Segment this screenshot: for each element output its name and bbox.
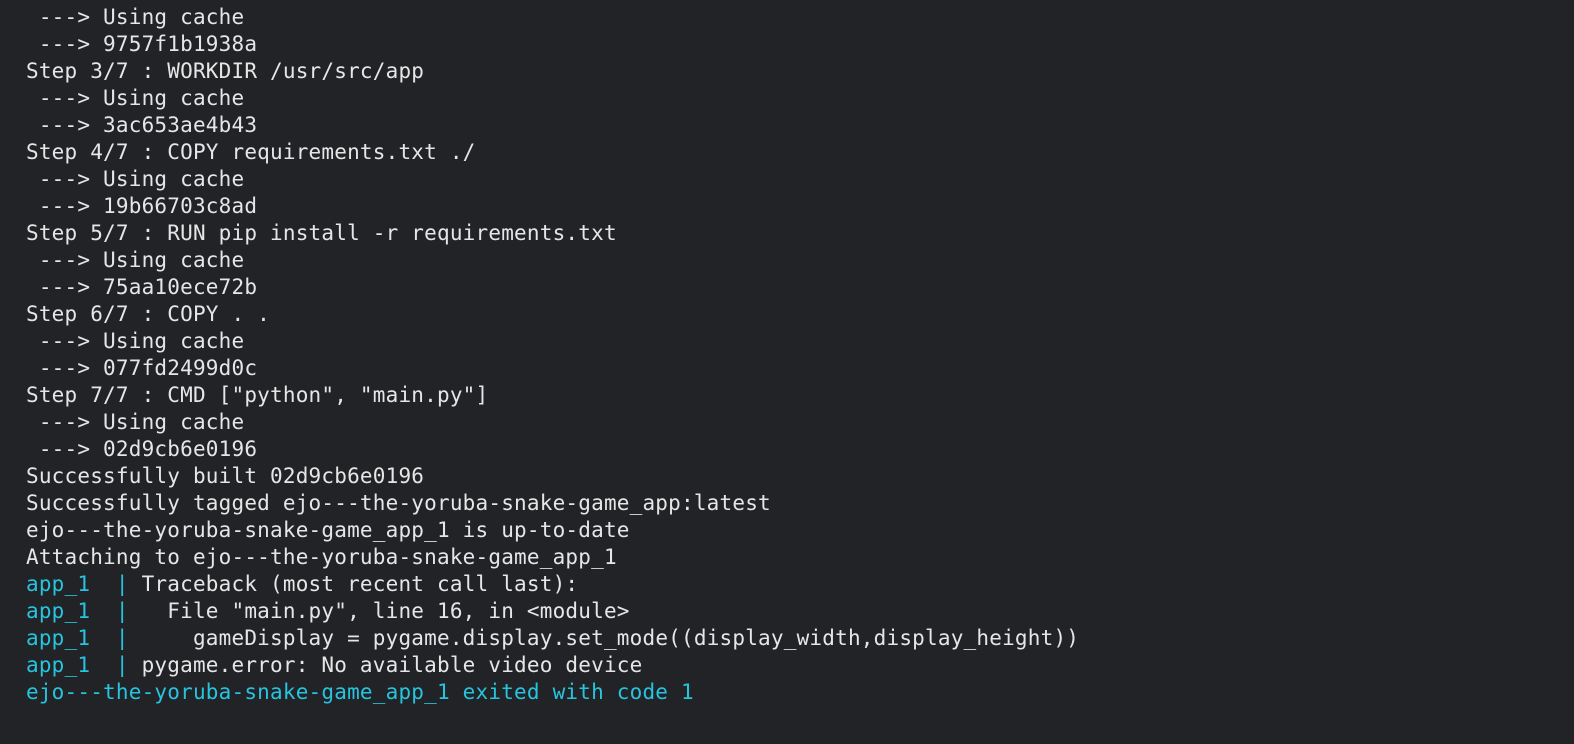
terminal-line: ---> 077fd2499d0c xyxy=(26,355,1548,382)
terminal-line: app_1 | pygame.error: No available video… xyxy=(26,652,1548,679)
terminal-line: ---> Using cache xyxy=(26,166,1548,193)
terminal-line: ---> 3ac653ae4b43 xyxy=(26,112,1548,139)
terminal-segment: Step 3/7 : WORKDIR /usr/src/app xyxy=(26,59,424,83)
terminal-segment: Traceback (most recent call last): xyxy=(129,572,579,596)
terminal-segment: ---> 3ac653ae4b43 xyxy=(26,113,257,137)
terminal-segment: Step 7/7 : CMD ["python", "main.py"] xyxy=(26,383,488,407)
terminal-segment: ---> 02d9cb6e0196 xyxy=(26,437,257,461)
terminal-segment: ---> Using cache xyxy=(26,410,244,434)
terminal-line: Step 4/7 : COPY requirements.txt ./ xyxy=(26,139,1548,166)
terminal-segment: ejo---the-yoruba-snake-game_app_1 is up-… xyxy=(26,518,630,542)
terminal-segment: File "main.py", line 16, in <module> xyxy=(129,599,630,623)
terminal-line: Attaching to ejo---the-yoruba-snake-game… xyxy=(26,544,1548,571)
terminal-line: app_1 | File "main.py", line 16, in <mod… xyxy=(26,598,1548,625)
terminal-segment: ---> Using cache xyxy=(26,5,244,29)
terminal-line: ---> Using cache xyxy=(26,4,1548,31)
terminal-line: ---> 02d9cb6e0196 xyxy=(26,436,1548,463)
terminal-segment: ejo---the-yoruba-snake-game_app_1 exited… xyxy=(26,680,694,704)
terminal-line: ---> 9757f1b1938a xyxy=(26,31,1548,58)
terminal-segment: gameDisplay = pygame.display.set_mode((d… xyxy=(129,626,1079,650)
terminal-line: Step 5/7 : RUN pip install -r requiremen… xyxy=(26,220,1548,247)
terminal-segment: ---> Using cache xyxy=(26,248,244,272)
terminal-segment: app_1 | xyxy=(26,599,129,623)
terminal-line: app_1 | Traceback (most recent call last… xyxy=(26,571,1548,598)
terminal-segment: app_1 | xyxy=(26,653,129,677)
terminal-line: Step 6/7 : COPY . . xyxy=(26,301,1548,328)
terminal-segment: app_1 | xyxy=(26,572,129,596)
terminal-segment: Attaching to ejo---the-yoruba-snake-game… xyxy=(26,545,617,569)
terminal-segment: ---> Using cache xyxy=(26,86,244,110)
terminal-line: Step 3/7 : WORKDIR /usr/src/app xyxy=(26,58,1548,85)
terminal-segment: Step 6/7 : COPY . . xyxy=(26,302,270,326)
terminal-line: ---> 19b66703c8ad xyxy=(26,193,1548,220)
terminal-line: ---> Using cache xyxy=(26,409,1548,436)
terminal-segment: ---> 9757f1b1938a xyxy=(26,32,257,56)
terminal-line: ejo---the-yoruba-snake-game_app_1 is up-… xyxy=(26,517,1548,544)
terminal-segment: pygame.error: No available video device xyxy=(129,653,643,677)
terminal-line: ejo---the-yoruba-snake-game_app_1 exited… xyxy=(26,679,1548,706)
terminal-line: ---> Using cache xyxy=(26,85,1548,112)
terminal-segment: Step 5/7 : RUN pip install -r requiremen… xyxy=(26,221,617,245)
terminal-segment: ---> 077fd2499d0c xyxy=(26,356,257,380)
terminal-line: ---> Using cache xyxy=(26,247,1548,274)
terminal-line: Step 7/7 : CMD ["python", "main.py"] xyxy=(26,382,1548,409)
terminal-segment: ---> Using cache xyxy=(26,167,244,191)
terminal-line: app_1 | gameDisplay = pygame.display.set… xyxy=(26,625,1548,652)
terminal-line: Successfully tagged ejo---the-yoruba-sna… xyxy=(26,490,1548,517)
terminal-segment: Successfully built 02d9cb6e0196 xyxy=(26,464,424,488)
terminal-line: ---> 75aa10ece72b xyxy=(26,274,1548,301)
terminal-segment: app_1 | xyxy=(26,626,129,650)
terminal-segment: Step 4/7 : COPY requirements.txt ./ xyxy=(26,140,476,164)
terminal-segment: ---> 19b66703c8ad xyxy=(26,194,257,218)
terminal-line: Successfully built 02d9cb6e0196 xyxy=(26,463,1548,490)
terminal-segment: ---> Using cache xyxy=(26,329,244,353)
terminal-output[interactable]: ---> Using cache ---> 9757f1b1938a Step 3… xyxy=(0,0,1574,706)
terminal-segment: Successfully tagged ejo---the-yoruba-sna… xyxy=(26,491,771,515)
terminal-line: ---> Using cache xyxy=(26,328,1548,355)
terminal-segment: ---> 75aa10ece72b xyxy=(26,275,257,299)
